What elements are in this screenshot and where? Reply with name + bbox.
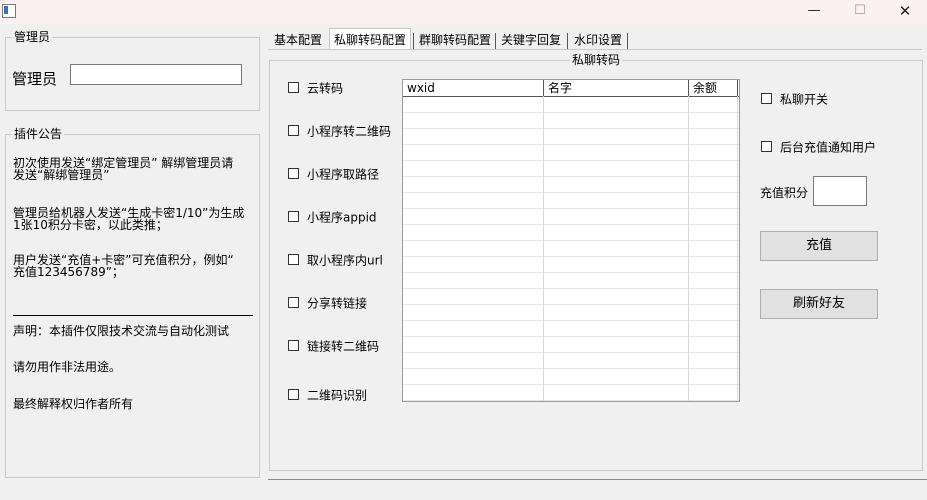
tab-group-transcode-config[interactable]: 群聊转码配置	[415, 31, 495, 50]
checkbox-label: 后台充值通知用户	[780, 140, 877, 155]
notice-line-8: 请勿用作非法用途。	[13, 360, 122, 374]
tab-separator	[567, 33, 568, 49]
checkbox-label: 链接转二维码	[307, 339, 380, 354]
miniprogram-to-qrcode-checkbox[interactable]: 小程序转二维码	[288, 124, 392, 139]
checkbox-label: 云转码	[307, 81, 344, 96]
tab-keyword-reply[interactable]: 关键字回复	[497, 31, 565, 50]
checkbox-box[interactable]	[761, 93, 772, 104]
checkbox-box[interactable]	[288, 254, 299, 265]
column-header-balance[interactable]: 余额	[689, 80, 717, 96]
checkbox-box[interactable]	[288, 125, 299, 136]
user-table[interactable]: wxid 名字 余额	[402, 79, 740, 402]
recharge-button[interactable]: 充值	[760, 231, 878, 261]
checkbox-label: 小程序转二维码	[307, 124, 392, 139]
column-header-wxid[interactable]: wxid	[403, 80, 435, 96]
checkbox-box[interactable]	[288, 389, 299, 400]
checkbox-label: 分享转链接	[307, 296, 368, 311]
checkbox-box[interactable]	[288, 82, 299, 93]
miniprogram-url-checkbox[interactable]: 取小程序内url	[288, 253, 383, 268]
admin-label: 管理员	[12, 70, 58, 88]
checkbox-box[interactable]	[288, 168, 299, 179]
miniprogram-appid-checkbox[interactable]: 小程序appid	[288, 210, 377, 225]
share-to-link-checkbox[interactable]: 分享转链接	[288, 296, 368, 311]
maximize-button[interactable]: ☐	[837, 0, 883, 24]
notice-line-4: 1张10积分卡密，以此类推；	[13, 218, 168, 232]
plugin-notice-group: 插件公告 初次使用发送“绑定管理员” 解绑管理员请 发送“解绑管理员” 管理员给…	[5, 126, 260, 478]
checkbox-box[interactable]	[761, 141, 772, 152]
private-transcode-title: 私聊转码	[570, 52, 623, 68]
recharge-points-label: 充值积分	[760, 186, 809, 200]
column-divider	[688, 80, 689, 96]
column-divider	[543, 80, 544, 401]
bottom-border	[268, 479, 927, 480]
tab-private-transcode-config[interactable]: 私聊转码配置	[329, 28, 412, 50]
cloud-transcode-checkbox[interactable]: 云转码	[288, 81, 344, 96]
checkbox-box[interactable]	[288, 340, 299, 351]
minimize-button[interactable]: —	[791, 0, 837, 24]
checkbox-label: 私聊开关	[780, 92, 829, 107]
tab-separator	[495, 33, 496, 49]
tab-separator	[413, 33, 414, 49]
checkbox-box[interactable]	[288, 211, 299, 222]
tab-basic-config[interactable]: 基本配置	[270, 31, 326, 50]
checkbox-label: 小程序取路径	[307, 167, 380, 182]
column-divider	[688, 80, 689, 401]
qrcode-recognize-checkbox[interactable]: 二维码识别	[288, 388, 368, 403]
plugin-notice-title: 插件公告	[12, 126, 65, 142]
miniprogram-path-checkbox[interactable]: 小程序取路径	[288, 167, 380, 182]
column-divider	[543, 80, 544, 96]
column-divider	[737, 80, 738, 401]
link-to-qrcode-checkbox[interactable]: 链接转二维码	[288, 339, 380, 354]
notice-divider	[13, 315, 253, 316]
admin-group: 管理员 管理员	[5, 29, 260, 111]
notice-line-6: 充值123456789”；	[13, 265, 124, 279]
checkbox-label: 小程序appid	[307, 210, 377, 225]
refresh-friends-button[interactable]: 刷新好友	[760, 289, 878, 319]
tab-body-edge	[268, 49, 922, 50]
notice-line-7: 声明：本插件仅限技术交流与自动化测试	[13, 324, 230, 338]
tab-separator	[627, 33, 628, 49]
private-switch-checkbox[interactable]: 私聊开关	[761, 92, 829, 107]
tab-watermark-settings[interactable]: 水印设置	[570, 31, 626, 50]
checkbox-label: 取小程序内url	[307, 253, 383, 268]
app-icon	[2, 4, 16, 18]
title-bar: — ☐ ✕	[0, 0, 927, 24]
close-button[interactable]: ✕	[882, 0, 927, 24]
notify-user-checkbox[interactable]: 后台充值通知用户	[761, 140, 877, 155]
column-divider	[737, 80, 738, 96]
notice-line-2: 发送“解绑管理员”	[13, 168, 110, 182]
admin-group-title: 管理员	[12, 29, 53, 45]
checkbox-label: 二维码识别	[307, 388, 368, 403]
recharge-points-input[interactable]	[813, 176, 867, 206]
checkbox-box[interactable]	[288, 297, 299, 308]
column-header-name[interactable]: 名字	[544, 80, 572, 96]
notice-line-9: 最终解释权归作者所有	[13, 397, 134, 411]
admin-input[interactable]	[70, 64, 242, 85]
